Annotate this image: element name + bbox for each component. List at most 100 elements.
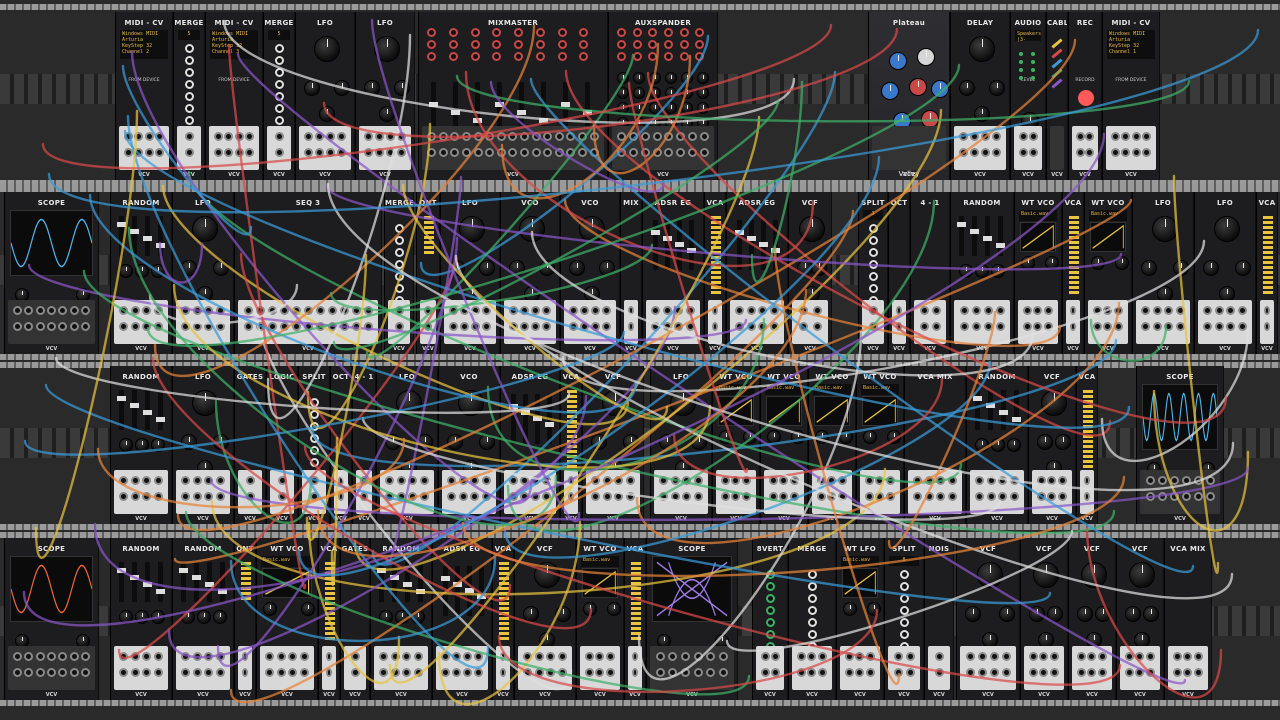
io-jack[interactable] bbox=[971, 306, 981, 315]
io-jack[interactable] bbox=[1214, 322, 1224, 331]
poly-jack[interactable] bbox=[808, 570, 817, 579]
io-jack[interactable] bbox=[758, 322, 768, 331]
module-vca-7[interactable]: VCA VCV bbox=[492, 538, 514, 700]
io-jack[interactable] bbox=[602, 476, 612, 485]
io-jack[interactable] bbox=[24, 306, 34, 315]
io-jack[interactable] bbox=[1157, 492, 1167, 501]
io-jack[interactable] bbox=[790, 492, 800, 501]
knob[interactable] bbox=[1203, 260, 1219, 276]
io-jack[interactable] bbox=[155, 148, 165, 157]
knob[interactable] bbox=[839, 430, 853, 444]
io-jack[interactable] bbox=[500, 652, 506, 661]
io-jack[interactable] bbox=[123, 132, 133, 141]
knob[interactable] bbox=[1125, 606, 1141, 622]
knob[interactable] bbox=[1091, 256, 1105, 270]
io-jack[interactable] bbox=[462, 132, 472, 141]
fader[interactable] bbox=[117, 390, 126, 430]
io-jack[interactable] bbox=[947, 476, 957, 485]
io-jack[interactable] bbox=[204, 492, 214, 501]
io-jack[interactable] bbox=[509, 306, 518, 315]
io-jack[interactable] bbox=[458, 492, 468, 501]
io-jack[interactable] bbox=[664, 148, 674, 157]
io-jack[interactable] bbox=[485, 132, 495, 141]
input-jack[interactable] bbox=[648, 52, 658, 61]
io-jack[interactable] bbox=[1142, 148, 1152, 157]
module-adsr-4[interactable]: ADSR EG VCV bbox=[432, 538, 492, 700]
io-jack[interactable] bbox=[676, 132, 686, 141]
io-jack[interactable] bbox=[1028, 668, 1038, 677]
io-jack[interactable] bbox=[245, 476, 255, 485]
poly-jack[interactable] bbox=[900, 582, 909, 591]
fader[interactable] bbox=[996, 216, 1005, 256]
input-jack[interactable] bbox=[470, 28, 480, 37]
io-jack[interactable] bbox=[338, 476, 344, 485]
io-jack[interactable] bbox=[970, 148, 979, 157]
io-jack[interactable] bbox=[130, 492, 140, 501]
io-jack[interactable] bbox=[396, 476, 406, 485]
io-jack[interactable] bbox=[1076, 652, 1086, 661]
io-jack[interactable] bbox=[153, 476, 163, 485]
io-jack[interactable] bbox=[1226, 306, 1236, 315]
knob[interactable] bbox=[374, 36, 400, 62]
knob[interactable] bbox=[1007, 438, 1021, 452]
io-jack[interactable] bbox=[142, 668, 152, 677]
io-jack[interactable] bbox=[798, 322, 808, 331]
io-jack[interactable] bbox=[986, 492, 996, 501]
io-jack[interactable] bbox=[652, 132, 662, 141]
knob[interactable] bbox=[917, 48, 935, 66]
poly-jack[interactable] bbox=[395, 272, 404, 281]
io-jack[interactable] bbox=[326, 668, 332, 677]
knob[interactable] bbox=[1021, 256, 1035, 270]
io-jack[interactable] bbox=[628, 322, 634, 331]
io-jack[interactable] bbox=[58, 652, 68, 661]
io-jack[interactable] bbox=[632, 668, 638, 677]
io-jack[interactable] bbox=[659, 492, 669, 501]
module-midicv-1[interactable]: MIDI - CV Windows MIDI Arturia KeyStep 32 C… bbox=[115, 12, 173, 180]
io-jack[interactable] bbox=[543, 148, 553, 157]
fader[interactable] bbox=[973, 390, 982, 430]
io-jack[interactable] bbox=[80, 322, 90, 331]
io-jack[interactable] bbox=[309, 492, 319, 501]
module-vcamix-2[interactable]: VCA MIX VCV bbox=[1164, 538, 1212, 700]
io-jack[interactable] bbox=[447, 476, 457, 485]
module-split-2[interactable]: SPLIT VCV bbox=[298, 366, 330, 524]
io-jack[interactable] bbox=[471, 322, 480, 331]
io-jack[interactable] bbox=[1131, 148, 1141, 157]
io-jack[interactable] bbox=[276, 652, 286, 661]
io-jack[interactable] bbox=[796, 668, 806, 677]
knob[interactable] bbox=[989, 80, 1005, 96]
poly-jack[interactable] bbox=[185, 92, 194, 101]
io-jack[interactable] bbox=[337, 132, 346, 141]
poly-jack[interactable] bbox=[310, 422, 319, 431]
knob[interactable] bbox=[607, 602, 621, 616]
io-jack[interactable] bbox=[474, 652, 483, 661]
io-jack[interactable] bbox=[1058, 476, 1068, 485]
knob[interactable] bbox=[881, 82, 899, 100]
module-lfo-6[interactable]: LFO VCV bbox=[1194, 192, 1256, 354]
io-jack[interactable] bbox=[339, 322, 349, 331]
io-jack[interactable] bbox=[46, 652, 56, 661]
io-jack[interactable] bbox=[629, 132, 639, 141]
input-jack[interactable] bbox=[664, 28, 673, 37]
io-jack[interactable] bbox=[315, 322, 325, 331]
input-jack[interactable] bbox=[557, 28, 567, 37]
io-jack[interactable] bbox=[1044, 306, 1054, 315]
io-jack[interactable] bbox=[242, 668, 248, 677]
knob[interactable] bbox=[697, 72, 709, 84]
io-jack[interactable] bbox=[496, 148, 506, 157]
knob[interactable] bbox=[633, 72, 645, 84]
io-jack[interactable] bbox=[866, 668, 876, 677]
io-jack[interactable] bbox=[279, 306, 289, 315]
poly-jack[interactable] bbox=[766, 582, 775, 591]
fader[interactable] bbox=[403, 562, 412, 602]
knob[interactable] bbox=[1081, 562, 1107, 588]
io-jack[interactable] bbox=[1145, 476, 1155, 485]
io-jack[interactable] bbox=[130, 476, 140, 485]
io-jack[interactable] bbox=[1076, 148, 1085, 157]
io-jack[interactable] bbox=[350, 668, 360, 677]
io-jack[interactable] bbox=[1121, 132, 1131, 141]
io-jack[interactable] bbox=[719, 652, 729, 661]
input-jack[interactable] bbox=[679, 52, 689, 61]
io-jack[interactable] bbox=[338, 492, 344, 501]
poly-jack[interactable] bbox=[185, 104, 194, 113]
